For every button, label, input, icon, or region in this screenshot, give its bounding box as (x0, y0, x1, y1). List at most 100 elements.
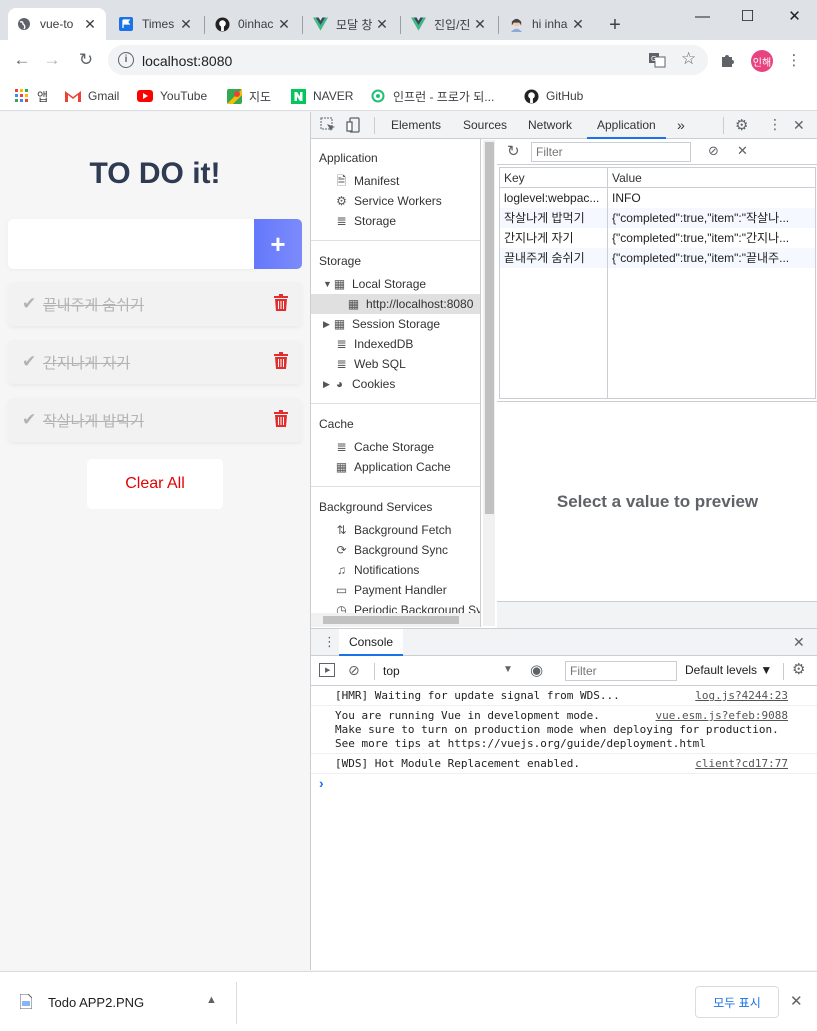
tab-application[interactable]: Application (587, 112, 666, 139)
clear-all-button[interactable]: Clear All (87, 459, 223, 509)
check-icon[interactable]: ✔ (22, 294, 36, 314)
sidebar-item-payment-handler[interactable]: ▭ Payment Handler (335, 580, 447, 600)
close-shelf-icon[interactable]: ✕ (790, 992, 803, 1010)
new-tab-button[interactable]: + (604, 14, 626, 36)
source-link[interactable]: log.js?4244:23 (695, 689, 788, 703)
add-button[interactable]: + (254, 219, 302, 269)
close-devtools-icon[interactable]: ✕ (793, 117, 805, 134)
window-close-button[interactable]: ✕ (772, 0, 817, 32)
check-icon[interactable]: ✔ (22, 352, 36, 372)
chevron-up-icon[interactable]: ▲ (206, 994, 217, 1006)
trash-icon[interactable] (274, 410, 290, 430)
bookmark-gmail[interactable]: Gmail (65, 85, 119, 107)
sidebar-item-background-fetch[interactable]: ⇅ Background Fetch (335, 520, 451, 540)
sidebar-scrollbar[interactable] (483, 140, 495, 626)
tab-transition[interactable]: 진입/진 ✕ (402, 8, 496, 40)
maximize-button[interactable]: ☐ (725, 0, 770, 32)
bookmark-apps[interactable]: 앱 (14, 85, 48, 107)
console-filter-input[interactable] (565, 661, 677, 681)
delete-selected-icon[interactable]: ✕ (737, 143, 748, 159)
trash-icon[interactable] (274, 352, 290, 372)
sidebar-item-cache-storage[interactable]: ≣ Cache Storage (335, 437, 434, 457)
console-settings-gear-icon[interactable]: ⚙ (792, 660, 805, 678)
sidebar-item-storage[interactable]: ≣ Storage (335, 211, 396, 231)
close-drawer-icon[interactable]: ✕ (793, 634, 805, 651)
sidebar-item-manifest[interactable]: 🗎 Manifest (335, 171, 400, 191)
tab-network[interactable]: Network (528, 112, 572, 139)
expanded-arrow-icon[interactable]: ▼ (323, 274, 333, 294)
table-row[interactable]: loglevel:webpac... INFO (500, 188, 815, 208)
tab-console[interactable]: Console (339, 629, 404, 656)
bookmark-youtube[interactable]: YouTube (137, 85, 207, 107)
tab-modal[interactable]: 모달 창 ✕ (304, 8, 398, 40)
column-header-key[interactable]: Key (500, 168, 607, 188)
table-row[interactable]: 끝내주게 숨쉬기 {"completed":true,"item":"끝내주... (500, 248, 815, 268)
refresh-icon[interactable]: ↻ (507, 142, 520, 160)
bookmark-github[interactable]: GitHub (523, 85, 583, 107)
close-icon[interactable]: ✕ (276, 16, 292, 33)
close-icon[interactable]: ✕ (178, 16, 194, 33)
sidebar-item-background-sync[interactable]: ⟳ Background Sync (335, 540, 448, 560)
sidebar-item-web-sql[interactable]: ≣ Web SQL (335, 354, 405, 374)
console-prompt[interactable]: › (319, 775, 324, 791)
forward-icon[interactable]: → (38, 46, 66, 74)
settings-gear-icon[interactable]: ⚙ (735, 116, 748, 134)
bookmark-maps[interactable]: 지도 (226, 85, 271, 107)
sidebar-item-service-workers[interactable]: ⚙ Service Workers (335, 191, 442, 211)
collapsed-arrow-icon[interactable]: ▶ (323, 374, 333, 394)
more-tabs-icon[interactable]: » (677, 112, 685, 139)
address-bar[interactable]: i localhost:8080 G ☆ (108, 45, 708, 75)
sidebar-item-localhost-origin[interactable]: ▦ http://localhost:8080 (311, 294, 480, 314)
filter-input[interactable] (531, 142, 691, 162)
bookmark-star-icon[interactable]: ☆ (681, 49, 696, 69)
tab-sources[interactable]: Sources (463, 112, 507, 139)
close-icon[interactable]: ✕ (374, 16, 390, 33)
reload-icon[interactable]: ↻ (72, 46, 100, 74)
clear-all-icon[interactable]: ⊘ (708, 143, 719, 159)
sidebar-item-session-storage[interactable]: ▶ ▦ Session Storage (323, 314, 440, 334)
translate-icon[interactable]: G (648, 51, 666, 69)
download-item[interactable]: Todo APP2.PNG ▲ (12, 984, 234, 1022)
context-select[interactable]: top ▼ (381, 661, 515, 681)
inspect-icon[interactable] (320, 117, 336, 133)
extensions-icon[interactable] (714, 46, 742, 74)
source-link[interactable]: client?cd17:77 (695, 757, 788, 771)
tab-elements[interactable]: Elements (391, 112, 441, 139)
source-link[interactable]: vue.esm.js?efeb:9088 (656, 709, 788, 723)
sidebar-toggle-icon[interactable]: ▶ (319, 663, 335, 677)
back-icon[interactable]: ← (8, 46, 36, 74)
table-row[interactable]: 간지나게 자기 {"completed":true,"item":"간지나... (500, 228, 815, 248)
device-toolbar-icon[interactable] (346, 117, 362, 133)
profile-avatar[interactable]: 인해 (751, 50, 773, 72)
eye-icon[interactable]: ◉ (530, 661, 543, 679)
close-icon[interactable]: ✕ (570, 16, 586, 33)
sidebar-item-indexeddb[interactable]: ≣ IndexedDB (335, 334, 413, 354)
drawer-menu-icon[interactable]: ⋮ (323, 634, 336, 650)
tab-github[interactable]: 0inhac ✕ (206, 8, 300, 40)
bookmark-naver[interactable]: NAVER (290, 85, 353, 107)
table-row[interactable]: 작살나게 밥먹기 {"completed":true,"item":"작살나... (500, 208, 815, 228)
sidebar-item-notifications[interactable]: ♫ Notifications (335, 560, 419, 580)
bookmark-inflearn[interactable]: 인프런 - 프로가 되... (370, 85, 494, 107)
column-header-value[interactable]: Value (608, 168, 815, 188)
check-icon[interactable]: ✔ (22, 410, 36, 430)
horizontal-scrollbar[interactable] (311, 613, 480, 627)
minimize-button[interactable]: — (680, 0, 725, 32)
sidebar-item-application-cache[interactable]: ▦ Application Cache (335, 457, 451, 477)
tab-times[interactable]: Times ✕ (110, 8, 202, 40)
clear-console-icon[interactable]: ⊘ (348, 662, 360, 679)
close-icon[interactable]: ✕ (82, 16, 98, 33)
sidebar-item-local-storage[interactable]: ▼ ▦ Local Storage (323, 274, 426, 294)
tab-vue-todo[interactable]: vue-to ✕ (8, 8, 106, 40)
menu-icon[interactable]: ⋮ (780, 46, 808, 74)
trash-icon[interactable] (274, 294, 290, 314)
info-icon[interactable]: i (118, 52, 134, 68)
tab-hi-inha[interactable]: hi inha ✕ (500, 8, 594, 40)
todo-input[interactable] (8, 219, 254, 269)
sidebar-item-cookies[interactable]: ▶ ◕ Cookies (323, 374, 395, 394)
log-levels-select[interactable]: Default levels ▼ (685, 663, 772, 677)
collapsed-arrow-icon[interactable]: ▶ (323, 314, 333, 334)
close-icon[interactable]: ✕ (472, 16, 488, 33)
kebab-menu-icon[interactable]: ⋮ (768, 116, 782, 133)
show-all-button[interactable]: 모두 표시 (695, 986, 779, 1018)
